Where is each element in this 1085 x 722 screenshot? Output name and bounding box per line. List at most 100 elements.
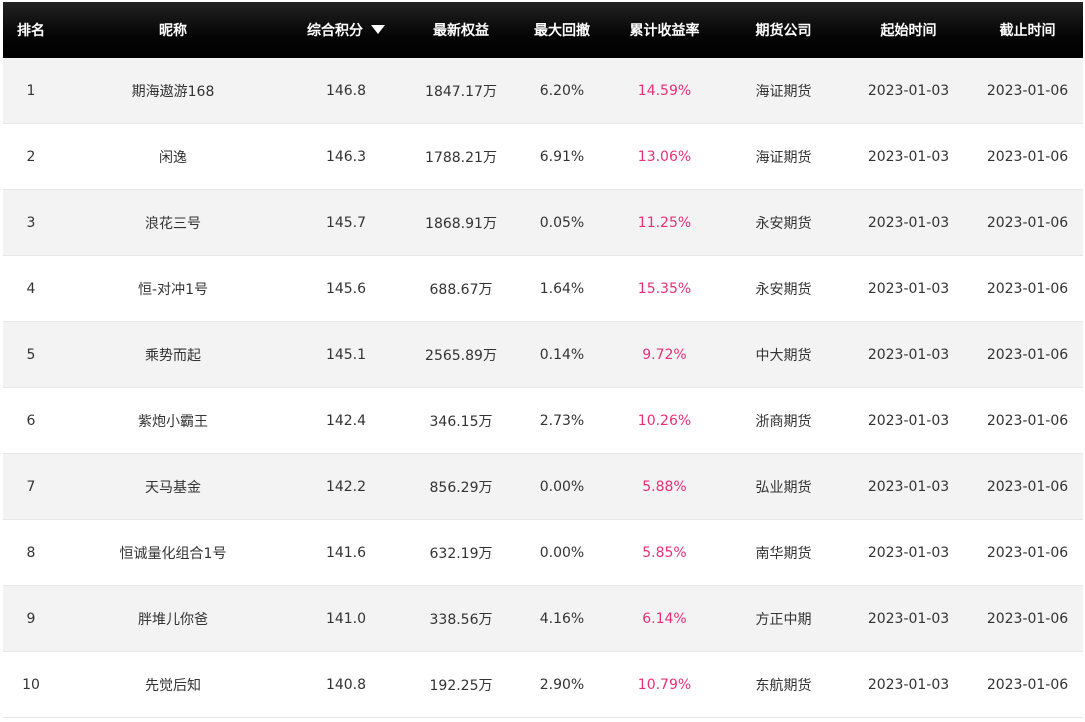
return-cell: 5.85%: [642, 544, 687, 561]
rank-cell: 3: [26, 214, 36, 231]
header-end-date[interactable]: 截止时间: [972, 20, 1083, 40]
return-cell: 10.79%: [637, 676, 692, 693]
drawdown-cell: 0.05%: [539, 214, 585, 231]
rank-cell: 6: [26, 412, 36, 429]
drawdown-cell: 2.73%: [539, 412, 585, 429]
rank-cell: 4: [26, 280, 36, 297]
company-cell: 永安期货: [755, 281, 812, 298]
company-cell: 方正中期: [755, 611, 812, 628]
company-cell: 浙商期货: [755, 413, 812, 430]
return-cell: 9.72%: [642, 346, 687, 363]
rank-cell: 2: [26, 148, 36, 165]
end-date-cell: 2023-01-06: [986, 148, 1069, 165]
return-cell: 13.06%: [637, 148, 692, 165]
score-cell: 140.8: [325, 676, 367, 693]
start-date-cell: 2023-01-03: [867, 148, 950, 165]
score-cell: 141.6: [325, 544, 367, 561]
equity-cell: 346.15万: [429, 413, 493, 430]
return-cell: 10.26%: [637, 412, 692, 429]
table-row[interactable]: 9 胖堆儿你爸 141.0 338.56万 4.16% 6.14% 方正中期 2023-01-…: [3, 586, 1083, 652]
end-date-cell: 2023-01-06: [986, 280, 1069, 297]
start-date-cell: 2023-01-03: [867, 676, 950, 693]
end-date-cell: 2023-01-06: [986, 478, 1069, 495]
company-cell: 永安期货: [755, 215, 812, 232]
table-row[interactable]: 2 闲逸 146.3 1788.21万 6.91% 13.06% 海证期货 2023-01-0…: [3, 124, 1083, 190]
company-cell: 南华期货: [755, 545, 812, 562]
start-date-cell: 2023-01-03: [867, 478, 950, 495]
equity-cell: 338.56万: [429, 611, 493, 628]
rank-cell: 9: [26, 610, 36, 627]
rank-cell: 10: [22, 676, 40, 693]
table-row[interactable]: 5 乘势而起 145.1 2565.89万 0.14% 9.72% 中大期货 2023-01-…: [3, 322, 1083, 388]
table-row[interactable]: 10 先觉后知 140.8 192.25万 2.90% 10.79% 东航期货 2023-01…: [3, 652, 1083, 718]
header-rank[interactable]: 排名: [3, 20, 59, 40]
company-cell: 中大期货: [755, 347, 812, 364]
start-date-cell: 2023-01-03: [867, 280, 950, 297]
table-row[interactable]: 4 恒-对冲1号 145.6 688.67万 1.64% 15.35% 永安期货 2023-0…: [3, 256, 1083, 322]
drawdown-cell: 0.00%: [539, 478, 585, 495]
score-cell: 145.1: [325, 346, 367, 363]
score-cell: 141.0: [325, 610, 367, 627]
nickname-cell: 恒诚量化组合1号: [119, 545, 227, 562]
header-company[interactable]: 期货公司: [722, 20, 845, 40]
start-date-cell: 2023-01-03: [867, 610, 950, 627]
drawdown-cell: 2.90%: [539, 676, 585, 693]
score-cell: 146.8: [325, 82, 367, 99]
start-date-cell: 2023-01-03: [867, 412, 950, 429]
return-cell: 11.25%: [637, 214, 692, 231]
nickname-cell: 紫炮小霸王: [138, 413, 208, 430]
end-date-cell: 2023-01-06: [986, 412, 1069, 429]
start-date-cell: 2023-01-03: [867, 346, 950, 363]
table-row[interactable]: 8 恒诚量化组合1号 141.6 632.19万 0.00% 5.85% 南华期货 2023-…: [3, 520, 1083, 586]
nickname-cell: 闲逸: [159, 149, 187, 166]
table-row[interactable]: 6 紫炮小霸王 142.4 346.15万 2.73% 10.26% 浙商期货 2023-01…: [3, 388, 1083, 454]
return-cell: 15.35%: [637, 280, 692, 297]
nickname-cell: 恒-对冲1号: [138, 281, 208, 298]
return-cell: 5.88%: [642, 478, 687, 495]
table-row[interactable]: 3 浪花三号 145.7 1868.91万 0.05% 11.25% 永安期货 2023-01…: [3, 190, 1083, 256]
equity-cell: 1788.21万: [425, 149, 497, 166]
score-cell: 145.6: [325, 280, 367, 297]
header-drawdown[interactable]: 最大回撤: [517, 20, 607, 40]
rank-cell: 1: [26, 82, 36, 99]
score-cell: 146.3: [325, 148, 367, 165]
company-cell: 海证期货: [755, 149, 812, 166]
equity-cell: 2565.89万: [425, 347, 497, 364]
equity-cell: 632.19万: [429, 545, 493, 562]
nickname-cell: 先觉后知: [145, 677, 201, 694]
header-score-sort[interactable]: 综合积分: [287, 20, 405, 40]
table-body: 1 期海遨游168 146.8 1847.17万 6.20% 14.59% 海证期货 2023…: [3, 58, 1083, 718]
table-row[interactable]: 7 天马基金 142.2 856.29万 0.00% 5.88% 弘业期货 2023-01-0…: [3, 454, 1083, 520]
drawdown-cell: 6.91%: [539, 148, 585, 165]
table-row[interactable]: 1 期海遨游168 146.8 1847.17万 6.20% 14.59% 海证期货 2023…: [3, 58, 1083, 124]
header-equity[interactable]: 最新权益: [405, 20, 517, 40]
end-date-cell: 2023-01-06: [986, 610, 1069, 627]
table-header: 排名 昵称 综合积分 最新权益 最大回撤 累计收益率 期货公司 起始时间 截止时…: [3, 2, 1083, 58]
company-cell: 弘业期货: [755, 479, 812, 496]
start-date-cell: 2023-01-03: [867, 214, 950, 231]
rank-cell: 5: [26, 346, 36, 363]
score-cell: 145.7: [325, 214, 367, 231]
nickname-cell: 天马基金: [145, 479, 201, 496]
header-return[interactable]: 累计收益率: [607, 20, 722, 40]
drawdown-cell: 0.00%: [539, 544, 585, 561]
start-date-cell: 2023-01-03: [867, 544, 950, 561]
equity-cell: 1868.91万: [425, 215, 497, 232]
end-date-cell: 2023-01-06: [986, 346, 1069, 363]
drawdown-cell: 4.16%: [539, 610, 585, 627]
drawdown-cell: 0.14%: [539, 346, 585, 363]
drawdown-cell: 6.20%: [539, 82, 585, 99]
drawdown-cell: 1.64%: [539, 280, 585, 297]
equity-cell: 1847.17万: [425, 83, 497, 100]
nickname-cell: 乘势而起: [145, 347, 201, 364]
company-cell: 海证期货: [755, 83, 812, 100]
header-start-date[interactable]: 起始时间: [845, 20, 972, 40]
header-score-label: 综合积分: [307, 23, 363, 39]
end-date-cell: 2023-01-06: [986, 544, 1069, 561]
rank-cell: 8: [26, 544, 36, 561]
equity-cell: 688.67万: [429, 281, 493, 298]
header-nickname[interactable]: 昵称: [59, 20, 287, 40]
nickname-cell: 期海遨游168: [131, 83, 215, 100]
return-cell: 6.14%: [642, 610, 687, 627]
caret-down-icon[interactable]: [371, 24, 385, 34]
